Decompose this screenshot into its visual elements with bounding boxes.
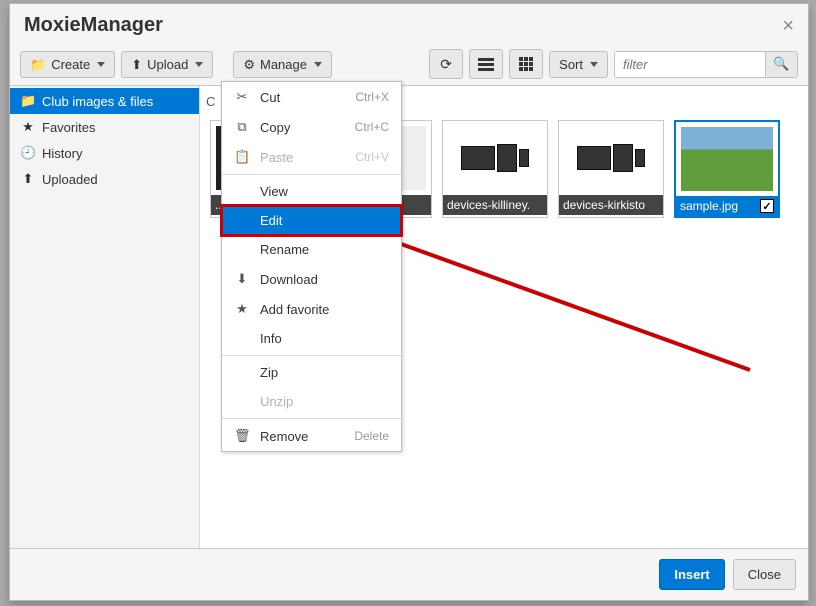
close-button[interactable]: Close [733, 559, 796, 590]
close-icon[interactable]: × [782, 16, 794, 36]
sidebar-item-label: Favorites [42, 120, 95, 135]
file-thumb[interactable]: devices-killiney. [442, 120, 548, 218]
upload-button[interactable]: ⬆ Upload [121, 51, 213, 78]
file-name: sample.jpg [680, 199, 738, 213]
file-thumb[interactable]: devices-kirkisto [558, 120, 664, 218]
insert-button[interactable]: Insert [659, 559, 724, 590]
trash-icon: 🗑 [234, 428, 250, 444]
list-icon [478, 58, 494, 71]
sidebar-item-label: Uploaded [42, 172, 98, 187]
sidebar-item-uploaded[interactable]: ⬆ Uploaded [10, 166, 199, 192]
manage-button[interactable]: ⚙ Manage [233, 51, 332, 78]
menu-shortcut: Ctrl+C [355, 120, 389, 134]
moxiemanager-dialog: MoxieManager × 📁 Create ⬆ Upload ⚙ Manag… [9, 3, 809, 601]
menu-item-label: Copy [260, 120, 345, 135]
sidebar-item-favorites[interactable]: ★ Favorites [10, 114, 199, 140]
copy-icon: ⧉ [234, 119, 250, 135]
chevron-down-icon [590, 62, 598, 67]
menu-item-label: Cut [260, 90, 345, 105]
sort-label: Sort [559, 57, 583, 72]
menu-item-view[interactable]: View [222, 177, 401, 206]
menu-shortcut: Delete [354, 429, 389, 443]
menu-item-info[interactable]: Info [222, 324, 401, 353]
menu-item-label: Info [260, 331, 389, 346]
chevron-down-icon [195, 62, 203, 67]
menu-item-label: Edit [260, 213, 389, 228]
menu-item-remove[interactable]: 🗑 Remove Delete [222, 421, 401, 451]
cut-icon: ✂ [234, 89, 250, 105]
menu-item-label: Rename [260, 242, 389, 257]
folder-plus-icon: 📁 [30, 58, 46, 71]
menu-item-label: Download [260, 272, 389, 287]
file-name: devices-killiney. [447, 198, 530, 212]
menu-shortcut: Ctrl+V [355, 150, 389, 164]
create-label: Create [51, 57, 90, 72]
filter-field: 🔍 [614, 51, 798, 78]
menu-item-label: Remove [260, 429, 344, 444]
chevron-down-icon [314, 62, 322, 67]
create-button[interactable]: 📁 Create [20, 51, 115, 78]
menu-item-cut[interactable]: ✂ Cut Ctrl+X [222, 82, 401, 112]
gear-icon: ⚙ [243, 58, 255, 71]
menu-item-paste: 📋 Paste Ctrl+V [222, 142, 401, 172]
menu-item-zip[interactable]: Zip [222, 358, 401, 387]
menu-item-download[interactable]: ⬇ Download [222, 264, 401, 294]
upload-icon: ⬆ [131, 58, 142, 71]
file-name: devices-kirkisto [563, 198, 645, 212]
dialog-title: MoxieManager [24, 14, 163, 37]
view-list-button[interactable] [469, 49, 503, 79]
download-icon: ⬇ [234, 271, 250, 287]
thumbnail-image [443, 121, 547, 195]
grid-icon [519, 57, 533, 71]
sort-button[interactable]: Sort [549, 51, 608, 78]
menu-item-label: Unzip [260, 394, 389, 409]
manage-menu: ✂ Cut Ctrl+X ⧉ Copy Ctrl+C 📋 Paste Ctrl+V View Edi… [221, 81, 402, 452]
sidebar-item-club-images-files[interactable]: 📁 Club images & files [10, 88, 199, 114]
history-icon: 🕘 [20, 145, 36, 161]
refresh-icon: ⟳ [440, 56, 452, 73]
thumbnail-image [676, 122, 778, 196]
menu-item-label: Paste [260, 150, 345, 165]
paste-icon: 📋 [234, 149, 250, 165]
menu-item-copy[interactable]: ⧉ Copy Ctrl+C [222, 112, 401, 142]
sidebar-item-label: Club images & files [42, 94, 153, 109]
filter-input[interactable] [615, 52, 765, 77]
search-button[interactable]: 🔍 [765, 52, 797, 77]
view-grid-button[interactable] [509, 49, 543, 79]
toolbar: 📁 Create ⬆ Upload ⚙ Manage ⟳ Sort [10, 43, 808, 85]
menu-item-label: View [260, 184, 389, 199]
star-icon: ★ [234, 301, 250, 317]
upload-label: Upload [147, 57, 188, 72]
star-icon: ★ [20, 119, 36, 135]
titlebar: MoxieManager × [10, 4, 808, 43]
search-icon: 🔍 [773, 56, 789, 72]
checkbox-checked-icon[interactable]: ✓ [760, 199, 774, 213]
menu-item-rename[interactable]: Rename [222, 235, 401, 264]
menu-item-label: Add favorite [260, 302, 389, 317]
menu-item-edit[interactable]: Edit [222, 206, 401, 235]
folder-icon: 📁 [20, 93, 36, 109]
file-thumb[interactable]: sample.jpg ✓ [674, 120, 780, 218]
menu-item-unzip: Unzip [222, 387, 401, 416]
refresh-button[interactable]: ⟳ [429, 49, 463, 79]
thumbnail-image [559, 121, 663, 195]
dialog-footer: Insert Close [10, 548, 808, 600]
menu-item-label: Zip [260, 365, 389, 380]
upload-icon: ⬆ [20, 171, 36, 187]
dialog-body: 📁 Club images & files ★ Favorites 🕘 History ⬆ U… [10, 85, 808, 548]
chevron-down-icon [97, 62, 105, 67]
sidebar-item-history[interactable]: 🕘 History [10, 140, 199, 166]
manage-label: Manage [260, 57, 307, 72]
sidebar-item-label: History [42, 146, 82, 161]
menu-shortcut: Ctrl+X [355, 90, 389, 104]
menu-item-add-favorite[interactable]: ★ Add favorite [222, 294, 401, 324]
sidebar: 📁 Club images & files ★ Favorites 🕘 History ⬆ U… [10, 86, 200, 548]
